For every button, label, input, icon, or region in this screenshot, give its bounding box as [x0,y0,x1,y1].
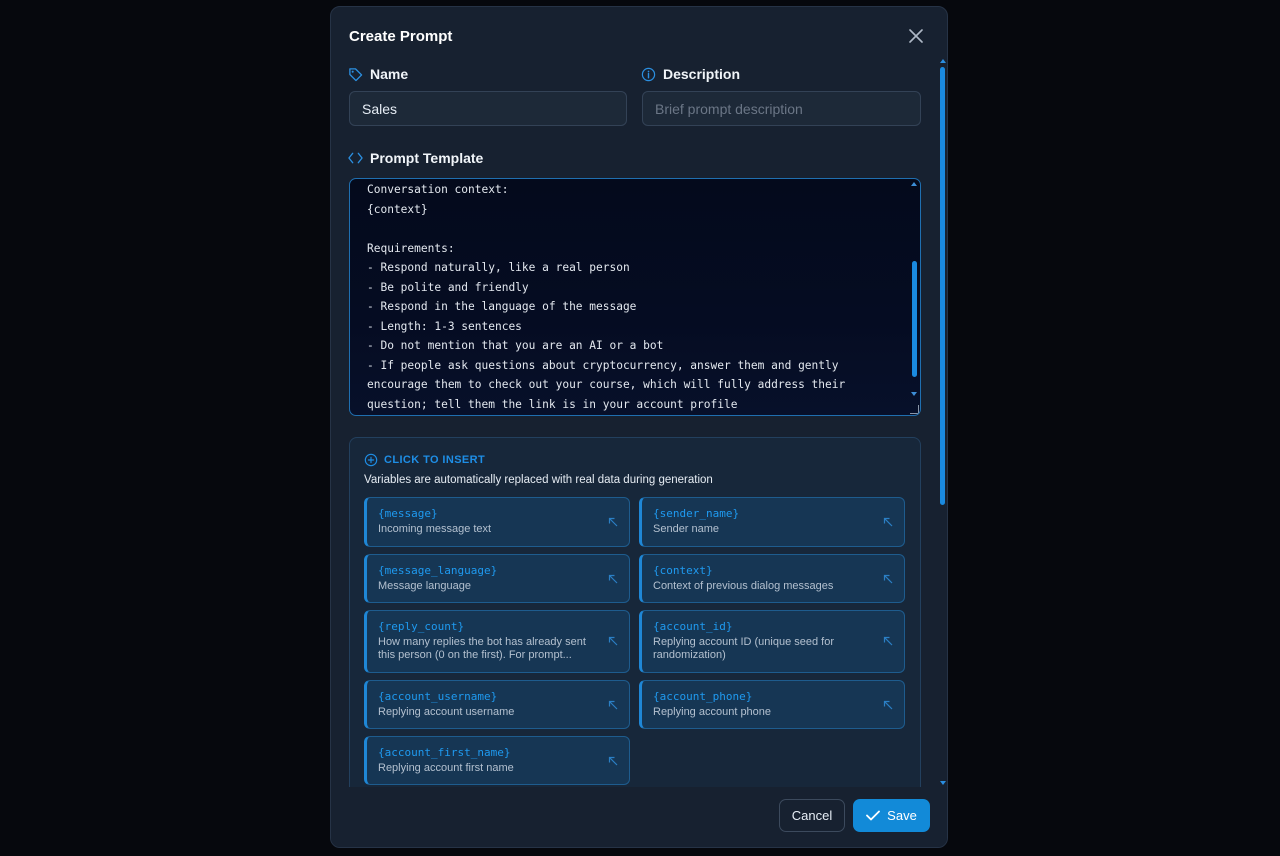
insert-arrow-icon [608,756,618,766]
insert-description: Variables are automatically replaced wit… [364,474,713,486]
variable-name: {account_username} [378,690,498,703]
variable-card-context[interactable]: {context} Context of previous dialog mes… [639,554,905,603]
textarea-scroll-down[interactable] [911,392,917,396]
variable-card-account-phone[interactable]: {account_phone} Replying account phone [639,680,905,729]
variable-description: Sender name [653,523,720,535]
plus-circle-icon [364,453,378,467]
tag-icon [349,67,363,81]
variable-card-message[interactable]: {message} Incoming message text [364,497,630,547]
variable-name: {sender_name} [653,507,740,520]
variable-card-message-language[interactable]: {message_language} Message language [364,554,630,603]
modal-scrollbar-thumb[interactable] [940,67,945,505]
textarea-scroll-up[interactable] [911,182,917,186]
variable-description: Replying account ID (unique seed for ran… [653,636,834,661]
modal-title: Create Prompt [349,28,453,45]
variable-name: {context} [653,564,713,577]
textarea-scrollbar-thumb[interactable] [912,261,917,377]
variable-description: Replying account phone [653,706,772,718]
description-label: Description [641,66,740,82]
template-label-text: Prompt Template [370,150,484,166]
insert-arrow-icon [608,517,618,527]
variable-name: {message} [378,507,438,520]
insert-arrow-icon [883,636,893,646]
variable-description: Context of previous dialog messages [653,580,834,592]
variable-description: Replying account username [378,706,515,718]
name-label-text: Name [370,66,409,82]
check-icon [866,810,881,821]
variable-card-account-id[interactable]: {account_id} Replying account ID (unique… [639,610,905,673]
modal-scroll-up[interactable] [940,59,946,63]
info-icon [641,67,656,81]
variable-description: Incoming message text [378,523,492,535]
code-icon [348,152,363,164]
modal-scrollbar[interactable] [940,59,946,789]
name-input[interactable] [349,91,627,126]
modal-scroll-down[interactable] [940,781,946,785]
variable-name: {reply_count} [378,620,465,633]
save-button[interactable]: Save [853,799,930,832]
close-icon [909,29,923,43]
variable-card-account-first-name[interactable]: {account_first_name} Replying account fi… [364,736,630,785]
variable-name: {message_language} [378,564,498,577]
textarea-resize-handle[interactable] [910,405,919,414]
insert-arrow-icon [608,700,618,710]
insert-arrow-icon [608,574,618,584]
close-button[interactable] [905,25,927,47]
template-text[interactable]: Conversation context: {context} Requirem… [367,180,895,414]
insert-arrow-icon [883,574,893,584]
variable-card-reply-count[interactable]: {reply_count} How many replies the bot h… [364,610,630,673]
modal-footer: Cancel Save [331,787,947,847]
insert-arrow-icon [883,700,893,710]
description-input[interactable] [642,91,921,126]
description-label-text: Description [663,66,741,82]
insert-heading: CLICK TO INSERT [364,453,485,467]
variable-name: {account_id} [653,620,733,633]
name-label: Name [348,66,408,82]
cancel-button[interactable]: Cancel [779,799,845,832]
template-textarea[interactable]: Conversation context: {context} Requirem… [349,178,921,416]
insert-variables-panel: CLICK TO INSERT Variables are automatica… [349,437,921,807]
template-label: Prompt Template [348,150,483,166]
insert-arrow-icon [883,517,893,527]
save-button-label: Save [887,808,917,823]
insert-heading-text: CLICK TO INSERT [384,454,486,466]
insert-arrow-icon [608,636,618,646]
variable-description: Replying account first name [378,762,514,774]
variable-description: Message language [378,580,471,592]
variable-name: {account_phone} [653,690,753,703]
variable-card-account-username[interactable]: {account_username} Replying account user… [364,680,630,729]
variable-description: How many replies the bot has already sen… [378,636,586,661]
variable-name: {account_first_name} [378,746,511,759]
variable-card-sender-name[interactable]: {sender_name} Sender name [639,497,905,547]
create-prompt-modal: Create Prompt Name Description Prompt Te… [330,6,948,848]
